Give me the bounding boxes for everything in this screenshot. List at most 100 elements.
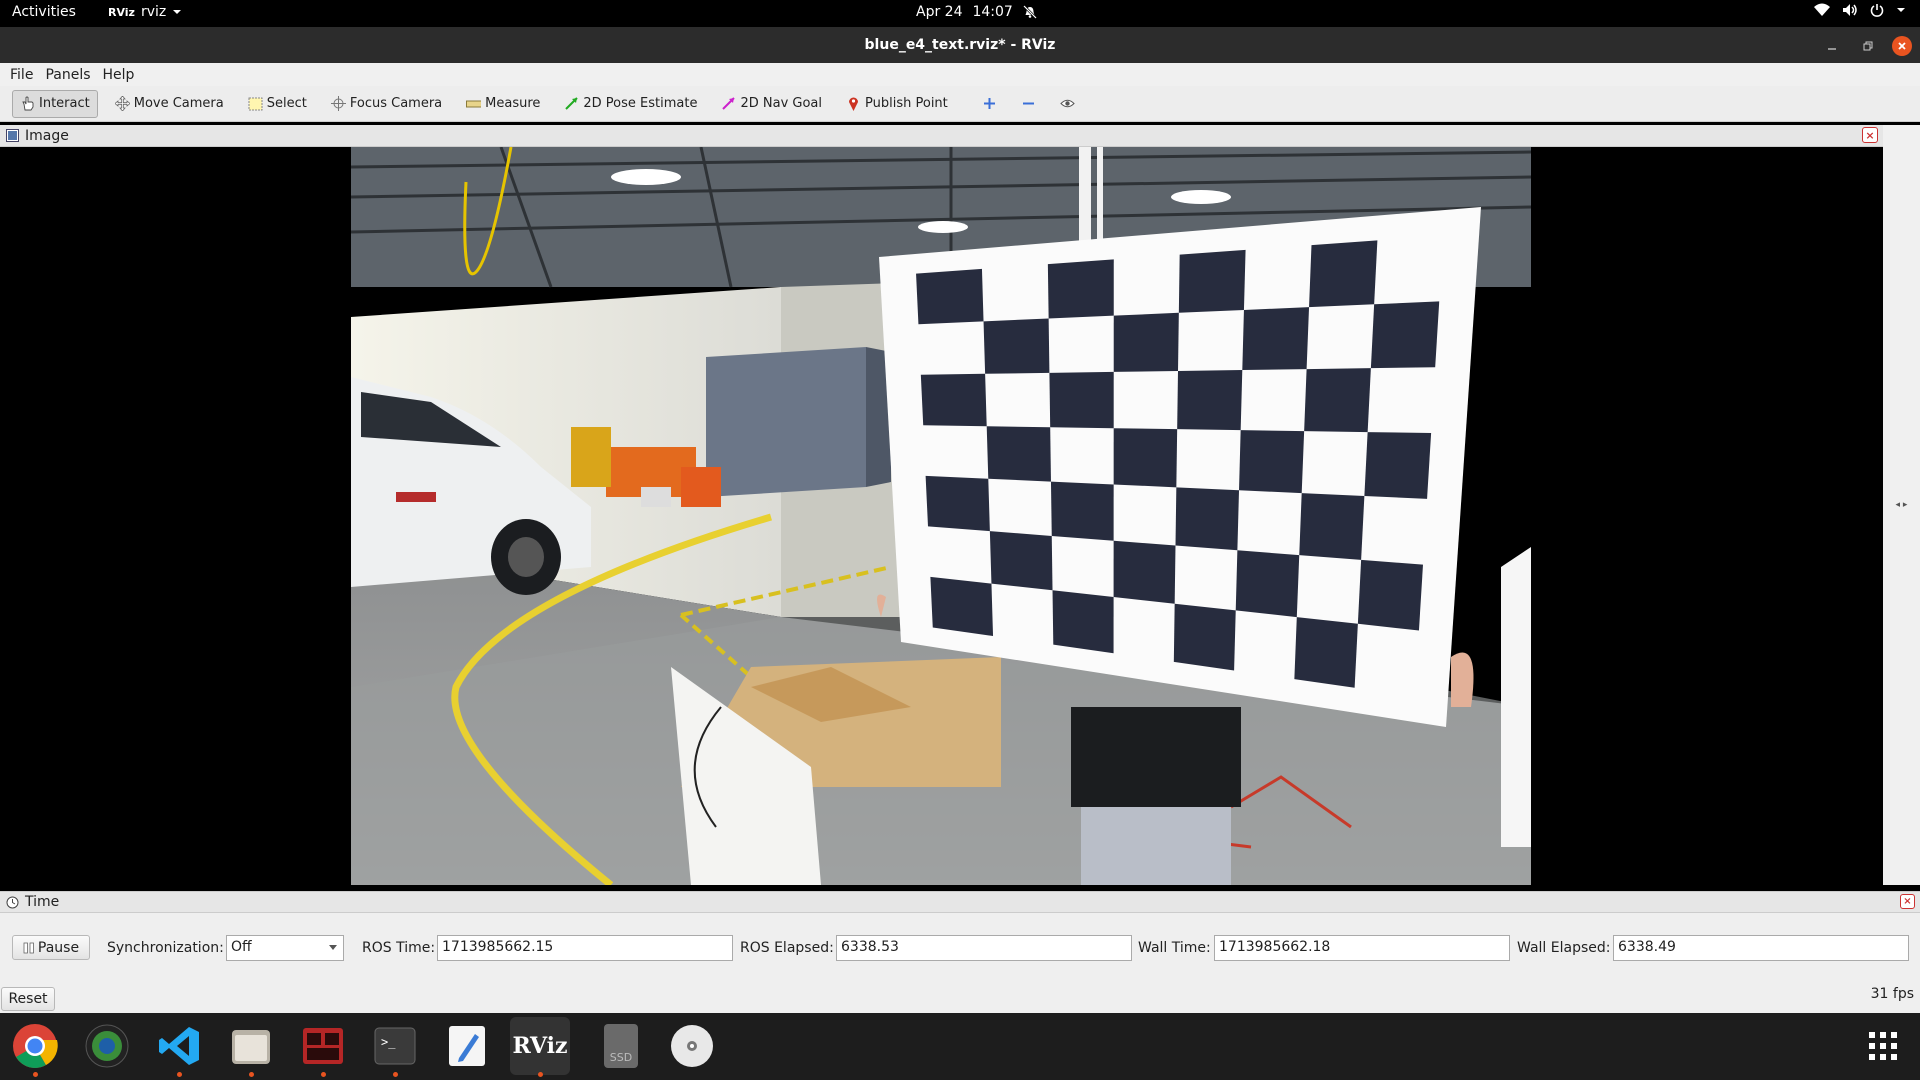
pose-estimate-tool[interactable]: 2D Pose Estimate [557, 90, 704, 118]
wall-elapsed-label: Wall Elapsed: [1517, 940, 1611, 956]
nav-goal-tool[interactable]: 2D Nav Goal [714, 90, 829, 118]
expand-arrows-icon: ◂ ▸ [1895, 500, 1908, 510]
pose-estimate-tool-label: 2D Pose Estimate [583, 96, 698, 111]
publish-point-tool[interactable]: Publish Point [839, 90, 955, 118]
files-icon [232, 1030, 270, 1064]
sync-value: Off [231, 939, 252, 955]
checker-square [1173, 603, 1236, 671]
dock-terminator[interactable] [298, 1021, 348, 1077]
image-panel-icon [6, 129, 19, 142]
wall-elapsed-field[interactable]: 6338.49 [1613, 935, 1909, 961]
dock-color-picker[interactable] [82, 1021, 132, 1071]
menu-panels[interactable]: Panels [45, 67, 90, 83]
focus-camera-tool[interactable]: Focus Camera [324, 90, 449, 118]
terminal-icon: >_ [374, 1027, 416, 1065]
time-label: 14:07 [972, 4, 1013, 20]
activities-button[interactable]: Activities [12, 4, 76, 20]
dock-vscode[interactable] [154, 1021, 204, 1077]
minimize-button[interactable] [1822, 36, 1842, 56]
dock-text-editor[interactable] [442, 1021, 492, 1071]
image-panel-close-button[interactable]: × [1862, 127, 1878, 143]
checker-square [1242, 307, 1310, 371]
app-grid-icon [1869, 1032, 1897, 1060]
menu-bar: File Panels Help [0, 63, 1920, 86]
checker-square [1049, 371, 1114, 429]
date-label: Apr 24 [916, 4, 963, 20]
checker-square [1177, 370, 1243, 431]
reset-button[interactable]: Reset [1, 987, 55, 1011]
interact-tool[interactable]: Interact [12, 89, 98, 118]
image-panel-header: Image [0, 125, 1883, 147]
view-tool-button[interactable] [1053, 90, 1082, 118]
app-menu-label: rviz [140, 4, 167, 20]
ros-elapsed-label: ROS Elapsed: [740, 940, 834, 956]
dock: >_ RViz SSD [0, 1013, 1920, 1080]
dock-rviz[interactable]: RViz [510, 1017, 570, 1077]
checker-square [1052, 590, 1114, 654]
measure-tool-label: Measure [485, 96, 541, 111]
green-arrow-icon [564, 96, 579, 111]
checker-square [1239, 430, 1305, 494]
time-panel-close-button[interactable]: × [1900, 894, 1915, 909]
color-picker-icon [85, 1024, 129, 1068]
eye-icon [1060, 96, 1075, 111]
plus-icon [982, 96, 997, 111]
app-menu[interactable]: RViz rviz [108, 4, 182, 20]
power-icon [1870, 4, 1884, 17]
tool-bar: Interact Move Camera Select Focus Camera… [0, 86, 1920, 122]
side-dock-grip[interactable]: ◂ ▸ [1883, 125, 1920, 885]
checker-square [1364, 432, 1432, 499]
window-title-bar: blue_e4_text.rviz* - RViz [0, 27, 1920, 63]
checker-square [1050, 481, 1114, 541]
terminal-prompt: >_ [381, 1035, 396, 1049]
close-window-button[interactable] [1892, 36, 1912, 56]
checker-square [989, 531, 1053, 591]
time-panel-title: Time [25, 894, 60, 910]
ros-elapsed-field[interactable]: 6338.53 [836, 935, 1132, 961]
close-icon: × [1865, 128, 1875, 142]
select-tool-label: Select [266, 96, 307, 111]
measure-tool[interactable]: Measure [459, 90, 547, 118]
checker-square [1370, 301, 1440, 369]
menu-help[interactable]: Help [103, 67, 135, 83]
terminator-icon [303, 1028, 343, 1064]
dock-ssd[interactable]: SSD [596, 1021, 646, 1071]
clock[interactable]: Apr 24 14:07 [916, 4, 1037, 20]
ros-time-field[interactable]: 1713985662.15 [437, 935, 733, 961]
ruler-icon [466, 96, 482, 111]
top-bar: Activities RViz rviz Apr 24 14:07 [0, 0, 1920, 27]
remove-tool-button[interactable] [1014, 90, 1043, 118]
pause-button[interactable]: Pause [12, 935, 90, 960]
interact-tool-label: Interact [39, 96, 90, 111]
dock-chrome[interactable] [10, 1021, 60, 1077]
checker-square [1294, 617, 1358, 688]
time-panel-body: Pause Synchronization: Off ROS Time: 171… [0, 913, 1920, 1013]
add-tool-button[interactable] [975, 90, 1004, 118]
system-tray[interactable] [1814, 3, 1906, 17]
select-tool[interactable]: Select [241, 90, 314, 118]
checker-square [1178, 249, 1246, 313]
move-camera-tool[interactable]: Move Camera [108, 90, 231, 118]
checker-square [1113, 312, 1179, 372]
disc-icon [671, 1025, 713, 1067]
wall-time-field[interactable]: 1713985662.18 [1214, 935, 1510, 961]
map-pin-icon [846, 96, 861, 111]
dropdown-arrow-icon [329, 945, 337, 950]
nav-goal-tool-label: 2D Nav Goal [740, 96, 823, 111]
select-box-icon [248, 96, 263, 111]
restore-button[interactable] [1858, 36, 1878, 56]
show-applications-button[interactable] [1858, 1021, 1908, 1071]
bell-muted-icon [1022, 5, 1037, 19]
sync-combo[interactable]: Off [226, 935, 344, 961]
menu-file[interactable]: File [10, 67, 33, 83]
dock-disc[interactable] [667, 1021, 717, 1071]
image-view[interactable] [0, 147, 1883, 885]
text-editor-icon [449, 1026, 485, 1066]
vscode-icon [159, 1027, 199, 1065]
dock-files[interactable] [226, 1021, 276, 1077]
checker-square [1235, 550, 1300, 618]
dock-terminal[interactable]: >_ [370, 1021, 420, 1077]
pause-button-label: Pause [37, 939, 80, 956]
rviz-app-logo: RViz [108, 5, 135, 19]
checker-square [1357, 559, 1423, 631]
